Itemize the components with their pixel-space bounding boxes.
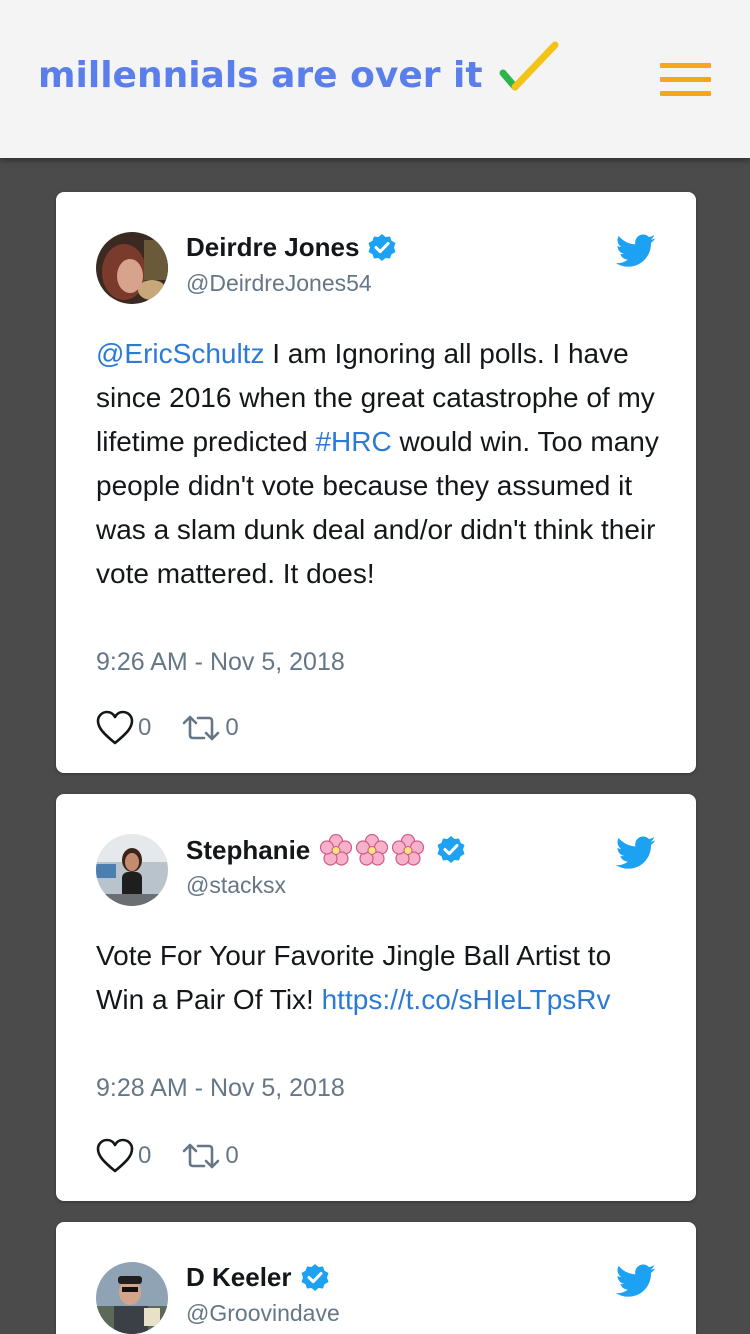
like-action[interactable]: 0 bbox=[96, 1138, 151, 1174]
tweet-card: D Keeler @Groovindave bbox=[56, 1222, 696, 1334]
user-name-row: Deirdre Jones bbox=[186, 232, 397, 263]
app-header: millennials are over it bbox=[0, 0, 750, 158]
user-name-row: D Keeler bbox=[186, 1262, 330, 1293]
verified-badge-icon bbox=[301, 1263, 328, 1291]
tweet-text: Vote For Your Favorite Jingle Ball Artis… bbox=[96, 934, 666, 1022]
like-count: 0 bbox=[138, 1142, 152, 1169]
retweet-action[interactable]: 0 bbox=[181, 713, 239, 743]
avatar[interactable] bbox=[96, 1262, 168, 1334]
cherry-blossom-icon bbox=[392, 834, 425, 866]
retweet-count: 0 bbox=[225, 714, 239, 741]
retweet-action[interactable]: 0 bbox=[181, 1141, 239, 1171]
tweet-text: @EricSchultz I am Ignoring all polls. I … bbox=[96, 332, 666, 596]
user-handle[interactable]: @Groovindave bbox=[186, 1300, 340, 1327]
twitter-bird-icon[interactable] bbox=[616, 1264, 656, 1298]
user-handle[interactable]: @DeirdreJones54 bbox=[186, 270, 372, 297]
user-handle[interactable]: @stacksx bbox=[186, 872, 286, 899]
verified-badge-icon bbox=[368, 233, 396, 261]
user-name-row: Stephanie bbox=[186, 834, 466, 866]
cherry-blossom-icon bbox=[320, 834, 353, 866]
mention-link[interactable]: @EricSchultz bbox=[96, 338, 264, 369]
tweet-timestamp[interactable]: 9:28 AM - Nov 5, 2018 bbox=[96, 1074, 345, 1103]
heart-icon bbox=[96, 710, 134, 745]
user-name[interactable]: D Keeler bbox=[186, 1262, 292, 1293]
like-action[interactable]: 0 bbox=[96, 710, 151, 746]
twitter-bird-icon[interactable] bbox=[616, 234, 656, 268]
hamburger-icon[interactable] bbox=[660, 63, 712, 97]
hashtag-link[interactable]: #HRC bbox=[315, 426, 391, 457]
tweet-actions: 0 0 bbox=[96, 710, 239, 746]
avatar[interactable] bbox=[96, 834, 168, 906]
url-link[interactable]: https://t.co/sHIeLTpsRv bbox=[322, 984, 611, 1015]
retweet-icon bbox=[183, 715, 220, 741]
tweet-actions: 0 0 bbox=[96, 1138, 239, 1174]
retweet-icon bbox=[183, 1143, 220, 1169]
user-name[interactable]: Stephanie bbox=[186, 835, 310, 866]
retweet-count: 0 bbox=[225, 1142, 239, 1169]
menu-bar bbox=[660, 91, 711, 96]
menu-bar bbox=[660, 63, 711, 68]
like-count: 0 bbox=[138, 714, 152, 741]
twitter-bird-icon[interactable] bbox=[616, 836, 656, 870]
tweet-card: Stephanie @stacksx Vote For Your Favorit… bbox=[56, 794, 696, 1201]
checkmark-icon bbox=[499, 41, 559, 90]
tweet-card: Deirdre Jones @DeirdreJones54 @EricSchul… bbox=[56, 192, 696, 773]
tweet-timestamp[interactable]: 9:26 AM - Nov 5, 2018 bbox=[96, 648, 345, 677]
avatar[interactable] bbox=[96, 232, 168, 304]
brand-title: millennials are over it bbox=[38, 55, 483, 96]
heart-icon bbox=[96, 1138, 134, 1173]
menu-bar bbox=[660, 77, 711, 82]
cherry-blossom-icon bbox=[356, 834, 389, 866]
verified-badge-icon bbox=[437, 836, 465, 863]
brand[interactable]: millennials are over it bbox=[38, 41, 561, 96]
user-name[interactable]: Deirdre Jones bbox=[186, 232, 359, 263]
